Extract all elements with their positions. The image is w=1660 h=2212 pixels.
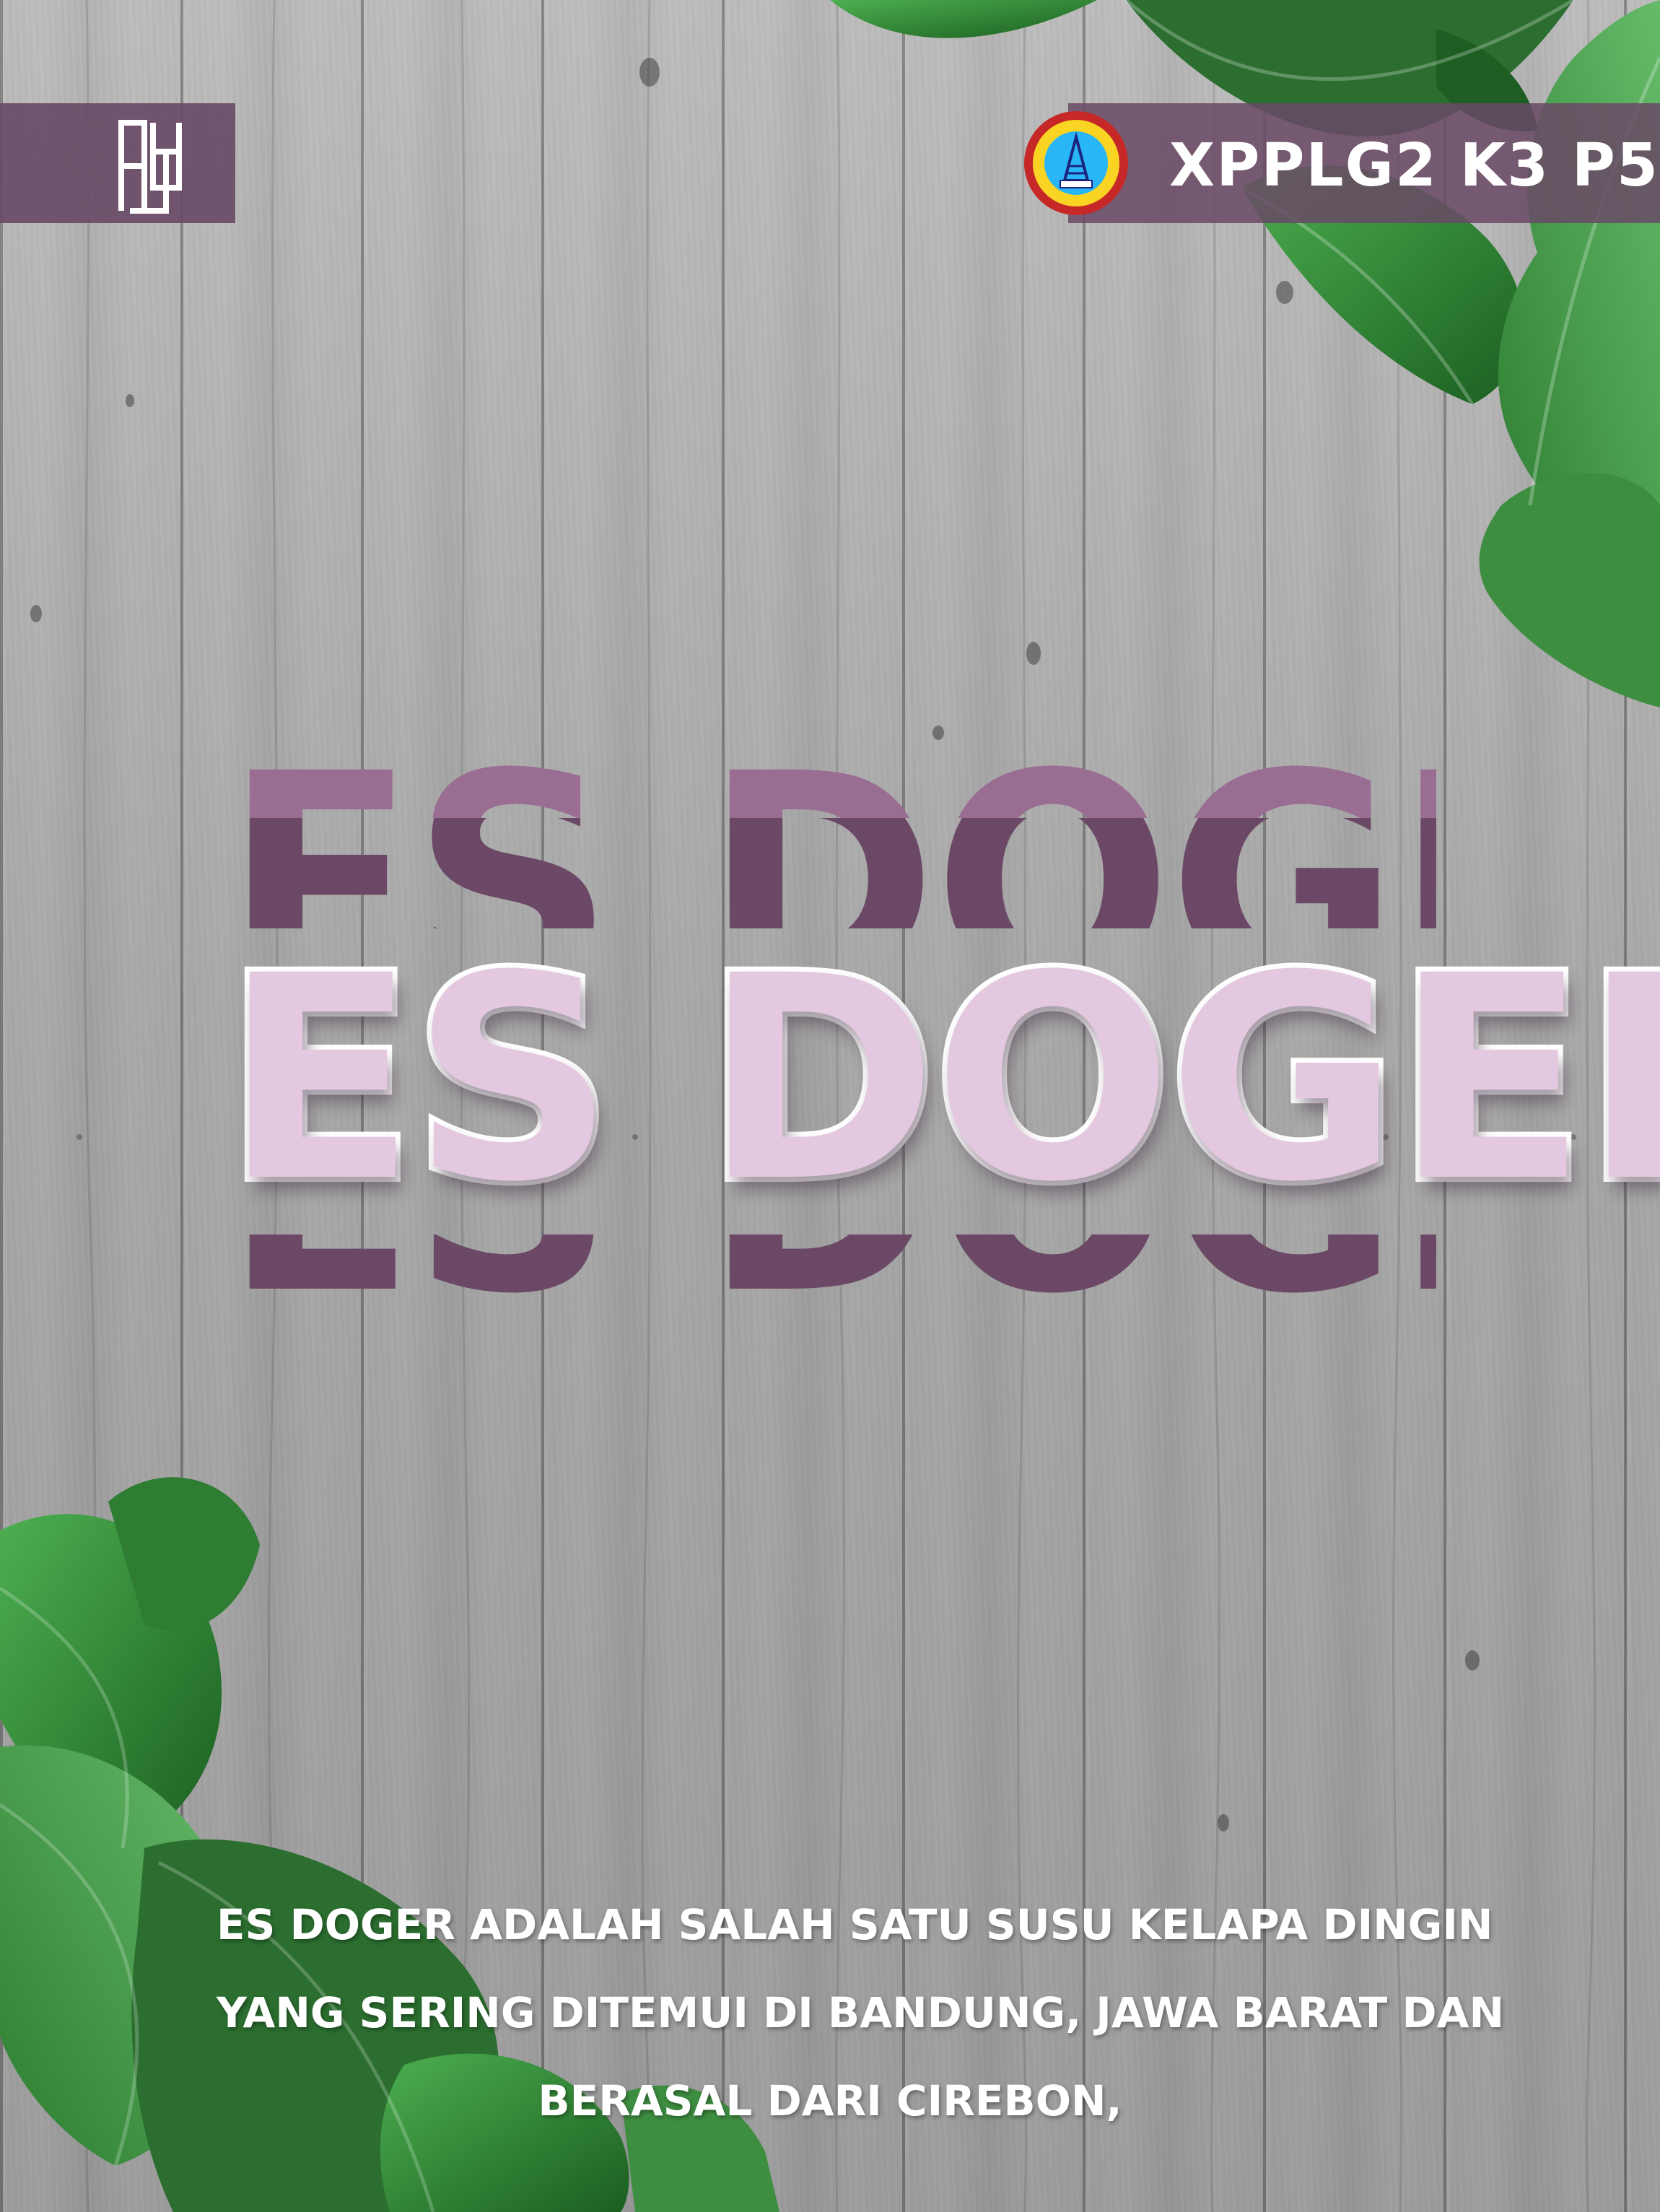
school-emblem-icon	[1024, 111, 1128, 215]
title-echo-text: ES DOGER	[224, 1235, 1436, 1327]
class-label: XPPLG2 K3 P5	[1169, 131, 1659, 200]
title-main: ES DOGER	[219, 915, 1660, 1243]
description-line: BERASAL DARI CIREBON,	[538, 2076, 1122, 2125]
title-echo-text: ES DOGER	[224, 733, 1436, 818]
title-echo-bottom-dark: ES DOGER	[224, 1235, 1436, 1327]
title-echo-bottom-light: ES DOGER	[224, 1327, 1436, 1412]
title-echo-top-light: ES DOGER	[224, 733, 1436, 818]
description: ES DOGER ADALAH SALAH SATU SUSU KELAPA D…	[217, 1881, 1505, 2145]
description-line: ES DOGER ADALAH SALAH SATU SUSU KELAPA D…	[217, 1900, 1493, 1949]
monogram-logo-icon	[118, 120, 182, 214]
description-line: YANG SERING DITEMUI DI BANDUNG, JAWA BAR…	[217, 1988, 1505, 2037]
title-echo-top-dark: ES DOGER	[224, 818, 1436, 928]
title-echo-text: ES DOGER	[224, 1327, 1436, 1350]
title-echo-text: ES DOGER	[224, 818, 1436, 928]
poster: XPPLG2 K3 P5 ES DOGER ES DOGER ES DOGER …	[0, 0, 1660, 2212]
